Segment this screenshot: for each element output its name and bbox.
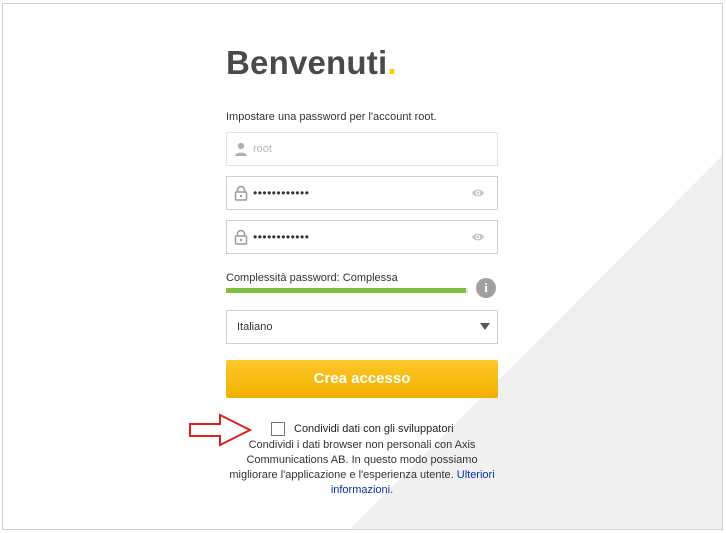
instruction-text: Impostare una password per l'account roo… bbox=[226, 111, 437, 123]
title-dot: . bbox=[387, 44, 397, 81]
confirm-password-value: •••••••••••• bbox=[253, 230, 310, 244]
username-field: root bbox=[226, 132, 498, 166]
password-field[interactable]: •••••••••••• bbox=[226, 176, 498, 210]
lock-icon bbox=[234, 185, 248, 201]
share-data-checkbox[interactable] bbox=[271, 422, 285, 436]
password-strength-fill bbox=[226, 288, 466, 293]
share-data-description-text: Condividi i dati browser non personali c… bbox=[229, 439, 478, 481]
share-data-description: Condividi i dati browser non personali c… bbox=[224, 438, 500, 498]
info-icon[interactable]: i bbox=[476, 278, 496, 298]
username-value: root bbox=[253, 143, 272, 155]
password-strength-bar bbox=[226, 288, 468, 293]
language-selected-value: Italiano bbox=[237, 321, 273, 333]
create-login-button[interactable]: Crea accesso bbox=[226, 360, 498, 398]
share-data-label[interactable]: Condividi dati con gli sviluppatori bbox=[294, 423, 454, 435]
password-strength-label: Complessità password: Complessa bbox=[226, 272, 398, 284]
user-icon bbox=[235, 142, 247, 156]
eye-icon[interactable] bbox=[471, 187, 485, 199]
confirm-password-field[interactable]: •••••••••••• bbox=[226, 220, 498, 254]
page-title: Benvenuti. bbox=[226, 44, 397, 81]
language-select[interactable]: Italiano bbox=[226, 310, 498, 344]
caret-down-icon bbox=[480, 323, 490, 330]
lock-icon bbox=[234, 229, 248, 245]
eye-icon[interactable] bbox=[471, 231, 485, 243]
password-value: •••••••••••• bbox=[253, 186, 310, 200]
